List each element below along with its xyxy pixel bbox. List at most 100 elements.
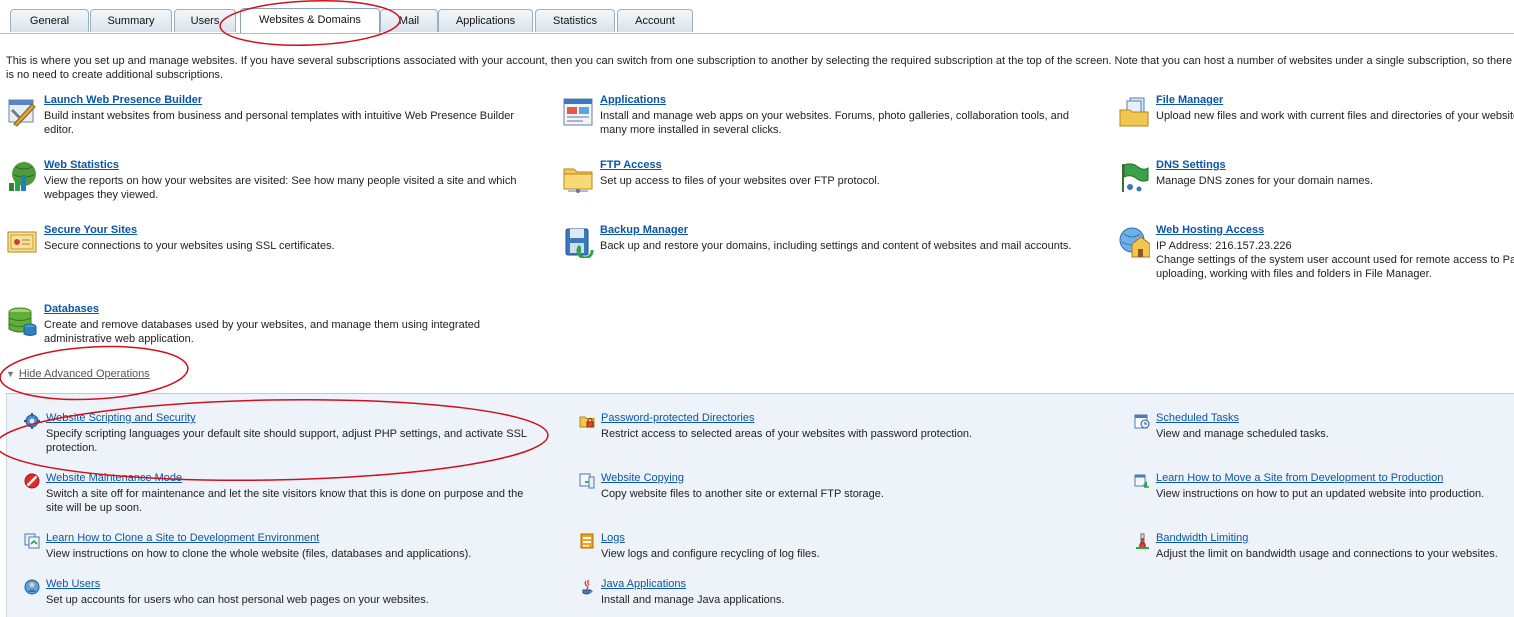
adv-bandwidth: Bandwidth Limiting Adjust the limit on b… — [1134, 532, 1514, 563]
advanced-operations-toggle[interactable]: ▼ Hide Advanced Operations — [6, 368, 150, 380]
adv-clone-site: Learn How to Clone a Site to Development… — [24, 532, 544, 563]
tab-applications[interactable]: Applications — [438, 9, 533, 32]
top-strip — [0, 0, 1514, 3]
scripting-link[interactable]: Website Scripting and Security — [46, 412, 196, 424]
ftp-access-link[interactable]: FTP Access — [600, 159, 662, 171]
lock-folder-icon — [579, 413, 595, 429]
secure-sites-desc: Secure connections to your websites usin… — [44, 240, 335, 252]
maintenance-desc: Switch a site off for maintenance and le… — [46, 488, 524, 514]
web-statistics-desc: View the reports on how your websites ar… — [44, 175, 517, 201]
scheduled-tasks-icon — [1134, 413, 1150, 429]
tool-backup-manager: Backup Manager Back up and restore your … — [562, 224, 1102, 266]
copying-link[interactable]: Website Copying — [601, 472, 684, 484]
hosting-access-link[interactable]: Web Hosting Access — [1156, 224, 1264, 236]
move-site-desc: View instructions on how to put an updat… — [1156, 488, 1485, 500]
dns-settings-link[interactable]: DNS Settings — [1156, 159, 1226, 171]
java-icon — [579, 579, 595, 595]
file-manager-icon — [1118, 96, 1150, 128]
move-site-icon — [1134, 473, 1150, 489]
file-manager-desc: Upload new files and work with current f… — [1156, 110, 1514, 122]
web-users-link[interactable]: Web Users — [46, 578, 100, 590]
tool-dns-settings: DNS Settings Manage DNS zones for your d… — [1118, 159, 1514, 201]
tab-mail[interactable]: Mail — [380, 9, 438, 32]
password-dirs-desc: Restrict access to selected areas of you… — [601, 428, 973, 440]
dns-flag-icon — [1118, 161, 1150, 193]
clone-site-icon — [24, 533, 40, 549]
clone-site-link[interactable]: Learn How to Clone a Site to Development… — [46, 532, 319, 544]
tool-launch-builder: Launch Web Presence Builder Build instan… — [6, 94, 526, 142]
adv-web-users: Web Users Set up accounts for users who … — [24, 578, 544, 609]
scheduled-tasks-desc: View and manage scheduled tasks. — [1156, 428, 1329, 440]
adv-scripting: Website Scripting and Security Specify s… — [24, 412, 544, 454]
password-dirs-link[interactable]: Password-protected Directories — [601, 412, 754, 424]
scripting-desc: Specify scripting languages your default… — [46, 428, 527, 454]
dns-settings-desc: Manage DNS zones for your domain names. — [1156, 175, 1374, 187]
maintenance-link[interactable]: Website Maintenance Mode — [46, 472, 182, 484]
adv-maintenance: Website Maintenance Mode Switch a site o… — [24, 472, 544, 514]
copy-icon — [579, 473, 595, 489]
backup-icon — [562, 226, 594, 258]
applications-link[interactable]: Applications — [600, 94, 666, 106]
java-apps-desc: Install and manage Java applications. — [601, 594, 785, 606]
backup-manager-desc: Back up and restore your domains, includ… — [600, 240, 1072, 252]
hosting-ip-address: IP Address: 216.157.23.226 — [1156, 240, 1292, 252]
adv-copying: Website Copying Copy website files to an… — [579, 472, 1099, 503]
bandwidth-link[interactable]: Bandwidth Limiting — [1156, 532, 1248, 544]
adv-move-site: Learn How to Move a Site from Developmen… — [1134, 472, 1514, 503]
adv-java-apps: Java Applications Install and manage Jav… — [579, 578, 1099, 609]
hosting-access-desc: Change settings of the system user accou… — [1156, 254, 1514, 280]
advanced-toggle-label[interactable]: Hide Advanced Operations — [19, 368, 150, 380]
copying-desc: Copy website files to another site or ex… — [601, 488, 884, 500]
bandwidth-desc: Adjust the limit on bandwidth usage and … — [1156, 548, 1498, 560]
tool-hosting-access: Web Hosting Access IP Address: 216.157.2… — [1118, 224, 1514, 286]
web-users-icon — [24, 579, 40, 595]
tab-bar: General Summary Users Websites & Domains… — [0, 8, 1514, 34]
applications-desc: Install and manage web apps on your webs… — [600, 110, 1069, 136]
backup-manager-link[interactable]: Backup Manager — [600, 224, 688, 236]
tool-file-manager: File Manager Upload new files and work w… — [1118, 94, 1514, 136]
tool-databases: Databases Create and remove databases us… — [6, 303, 526, 351]
web-statistics-link[interactable]: Web Statistics — [44, 159, 119, 171]
move-site-link[interactable]: Learn How to Move a Site from Developmen… — [1156, 472, 1443, 484]
java-apps-link[interactable]: Java Applications — [601, 578, 686, 590]
tab-summary[interactable]: Summary — [90, 9, 172, 32]
tab-users[interactable]: Users — [174, 9, 236, 32]
databases-desc: Create and remove databases used by your… — [44, 319, 480, 345]
scheduled-tasks-link[interactable]: Scheduled Tasks — [1156, 412, 1239, 424]
intro-text: This is where you set up and manage webs… — [6, 55, 1513, 81]
ssl-certificate-icon — [6, 226, 38, 258]
launch-builder-link[interactable]: Launch Web Presence Builder — [44, 94, 202, 106]
triangle-down-icon: ▼ — [6, 369, 15, 379]
logs-desc: View logs and configure recycling of log… — [601, 548, 820, 560]
scripting-gear-icon — [24, 413, 40, 429]
adv-scheduled-tasks: Scheduled Tasks View and manage schedule… — [1134, 412, 1514, 443]
builder-icon — [6, 96, 38, 128]
tool-secure-sites: Secure Your Sites Secure connections to … — [6, 224, 526, 266]
bandwidth-icon — [1134, 533, 1150, 549]
hosting-access-details: IP Address: 216.157.23.226 Change settin… — [1156, 239, 1514, 281]
logs-icon — [579, 533, 595, 549]
tab-websites-domains[interactable]: Websites & Domains — [240, 8, 380, 33]
tab-account[interactable]: Account — [617, 9, 693, 32]
tool-web-statistics: Web Statistics View the reports on how y… — [6, 159, 526, 207]
adv-password-dirs: Password-protected Directories Restrict … — [579, 412, 1099, 443]
advanced-operations-panel: Website Scripting and Security Specify s… — [6, 393, 1514, 617]
hosting-house-icon — [1118, 226, 1150, 258]
secure-sites-link[interactable]: Secure Your Sites — [44, 224, 137, 236]
databases-link[interactable]: Databases — [44, 303, 99, 315]
database-icon — [6, 305, 38, 337]
ftp-folder-icon — [562, 161, 594, 193]
tool-ftp-access: FTP Access Set up access to files of you… — [562, 159, 1082, 201]
ftp-access-desc: Set up access to files of your websites … — [600, 175, 880, 187]
applications-icon — [562, 96, 594, 128]
no-entry-icon — [24, 473, 40, 489]
adv-logs: Logs View logs and configure recycling o… — [579, 532, 1099, 563]
file-manager-link[interactable]: File Manager — [1156, 94, 1223, 106]
clone-site-desc: View instructions on how to clone the wh… — [46, 548, 472, 560]
tab-statistics[interactable]: Statistics — [535, 9, 615, 32]
tab-general[interactable]: General — [10, 9, 89, 32]
web-users-desc: Set up accounts for users who can host p… — [46, 594, 429, 606]
logs-link[interactable]: Logs — [601, 532, 625, 544]
web-statistics-icon — [6, 161, 38, 193]
launch-builder-desc: Build instant websites from business and… — [44, 110, 514, 136]
